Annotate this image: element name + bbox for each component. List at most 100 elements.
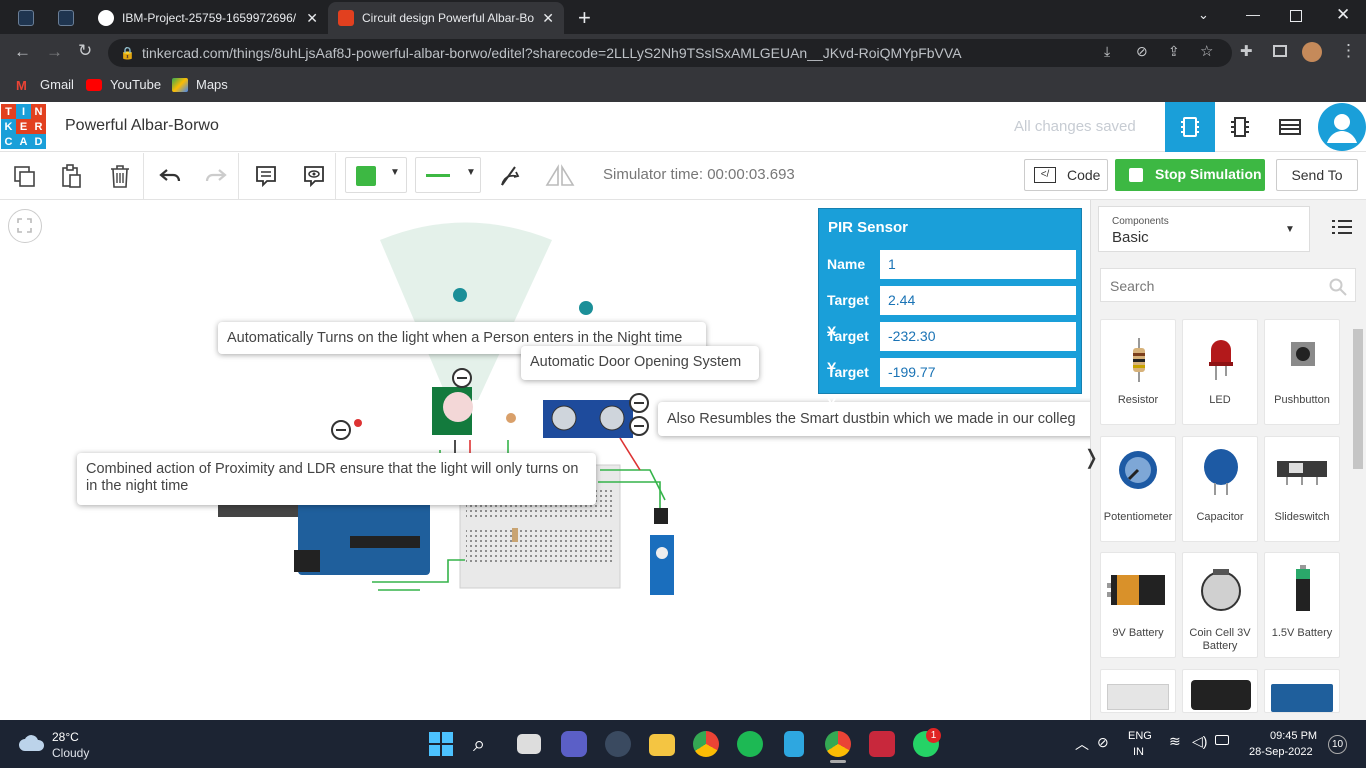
undo-icon[interactable] [154,160,186,192]
forward-icon[interactable]: → [46,42,63,62]
component-breadboard-small[interactable] [1100,669,1176,713]
clock-date[interactable]: 28-Sep-2022 [1249,746,1313,758]
user-avatar[interactable] [1318,103,1366,151]
collapse-note-icon[interactable] [629,393,649,413]
flip-icon[interactable] [544,160,576,192]
weather-temp[interactable]: 28°C [52,730,79,744]
note-smart-dustbin[interactable]: Also Resumbles the Smart dustbin which w… [658,402,1090,436]
ultrasonic-target-handle[interactable] [579,301,593,315]
restore-icon[interactable] [1290,10,1302,22]
battery-icon[interactable] [1215,735,1229,745]
component-inspector[interactable]: PIR Sensor Name 1 Target X 2.44 Target Y… [818,208,1082,411]
copy-icon[interactable] [8,160,40,192]
components-dropdown[interactable]: Components Basic ▼ [1098,206,1310,252]
tab-github[interactable]: IBM-Project-25759-1659972696/ ✕ [88,2,328,34]
new-tab-icon[interactable]: + [578,5,591,31]
share-icon[interactable]: ⇪ [1168,43,1180,60]
network-off-icon[interactable]: ⊘ [1097,734,1109,751]
spotify-icon[interactable] [737,731,763,757]
snipping-tool-icon[interactable] [869,731,895,757]
project-title[interactable]: Powerful Albar-Borwo [65,117,219,135]
component-potentiometer[interactable]: Potentiometer [1100,436,1176,542]
component-list-button[interactable] [1265,102,1315,152]
send-to-button[interactable]: Send To [1276,159,1358,191]
note-proximity-ldr[interactable]: Combined action of Proximity and LDR ens… [77,453,596,505]
chrome-profile-icon[interactable] [825,731,851,757]
servo-motor[interactable] [650,535,674,595]
name-field[interactable]: 1 [880,250,1076,279]
fill-color-picker[interactable]: ▼ [345,157,407,193]
collapse-note-icon[interactable] [452,368,472,388]
component-microbit[interactable] [1182,669,1258,713]
notepad-icon[interactable] [784,731,804,757]
install-app-icon[interactable]: ⤓ [1104,43,1110,60]
region-indicator[interactable]: IN [1133,746,1144,758]
component-resistor[interactable]: Resistor [1100,319,1176,425]
delete-icon[interactable] [104,160,136,192]
component-capacitor[interactable]: Capacitor [1182,436,1258,542]
redo-icon[interactable] [200,160,232,192]
tray-chevron-icon[interactable]: ︿ [1075,734,1089,754]
stop-simulation-button[interactable]: Stop Simulation [1115,159,1265,191]
wire-type-picker[interactable]: ▼ [415,157,481,193]
tab-pinned-1[interactable] [8,2,48,34]
tab-close-icon[interactable]: ✕ [542,10,554,27]
side-panel-icon[interactable] [1273,45,1287,57]
target-x-field[interactable]: 2.44 [880,286,1076,315]
rotate-icon[interactable] [494,160,526,192]
volume-icon[interactable]: ◁) [1192,733,1207,750]
taskbar-search-icon[interactable]: ⌕ [473,731,499,757]
collapse-note-icon[interactable] [331,420,351,440]
component-coin-cell-battery[interactable]: Coin Cell 3V Battery [1182,552,1258,658]
scrollbar-thumb[interactable] [1353,329,1363,469]
note-door-system[interactable]: Automatic Door Opening System [521,346,759,380]
notes-icon[interactable] [250,160,282,192]
extensions-icon[interactable]: ✚ [1240,42,1253,60]
clock-time[interactable]: 09:45 PM [1270,730,1317,742]
address-bar[interactable]: 🔒 tinkercad.com/things/8uhLjsAaf8J-power… [108,39,1232,67]
circuit-view-button[interactable] [1165,102,1215,152]
target-y-field[interactable]: -232.30 [880,322,1076,351]
paste-icon[interactable] [55,160,87,192]
windows-start-icon[interactable] [428,731,454,757]
back-icon[interactable]: ← [14,42,31,62]
notification-count-badge[interactable]: 10 [1328,735,1347,754]
led-component[interactable] [354,419,362,427]
pir-target-handle[interactable] [453,288,467,302]
tab-pinned-2[interactable] [48,2,88,34]
component-pushbutton[interactable]: Pushbutton [1264,319,1340,425]
list-view-icon[interactable] [1332,218,1352,241]
file-explorer-icon[interactable] [649,734,675,756]
component-1.5v-battery[interactable]: 1.5V Battery [1264,552,1340,658]
task-view-icon[interactable] [517,734,541,754]
component-arduino[interactable] [1264,669,1340,713]
schematic-view-button[interactable] [1215,102,1265,152]
collapse-note-icon[interactable] [629,416,649,436]
tinkercad-logo[interactable]: T I N K E R C A D [1,104,46,149]
target-y-field-2[interactable]: -199.77 [880,358,1076,387]
tab-tinkercad-active[interactable]: Circuit design Powerful Albar-Bor ✕ [328,2,564,34]
reload-icon[interactable]: ↻ [78,41,92,61]
notes-visibility-icon[interactable] [298,160,330,192]
component-slideswitch[interactable]: Slideswitch [1264,436,1340,542]
component-led[interactable]: LED [1182,319,1258,425]
settings-gear-icon[interactable] [605,731,631,757]
close-window-icon[interactable]: ✕ [1336,5,1350,25]
bookmark-gmail[interactable]: M Gmail [16,77,74,93]
weather-desc[interactable]: Cloudy [52,746,89,760]
tab-search-chevron-icon[interactable]: ⌄ [1198,7,1209,23]
bookmark-maps[interactable]: Maps [172,77,228,92]
component-9v-battery[interactable]: 9V Battery [1100,552,1176,658]
collapse-panel-chevron-icon[interactable]: ❭ [1083,445,1100,470]
component-search-input[interactable]: Search [1100,268,1356,302]
bookmark-star-icon[interactable]: ☆ [1200,42,1213,60]
chrome-icon[interactable] [693,731,719,757]
bookmark-youtube[interactable]: YouTube [86,77,161,92]
tab-close-icon[interactable]: ✕ [306,10,318,27]
language-indicator[interactable]: ENG [1128,730,1152,742]
panel-scrollbar[interactable] [1351,317,1365,717]
minimize-icon[interactable]: — [1246,6,1260,22]
teams-chat-icon[interactable] [561,731,587,757]
ldr-component[interactable] [506,413,516,423]
hide-icon[interactable]: ⊘ [1136,43,1148,60]
